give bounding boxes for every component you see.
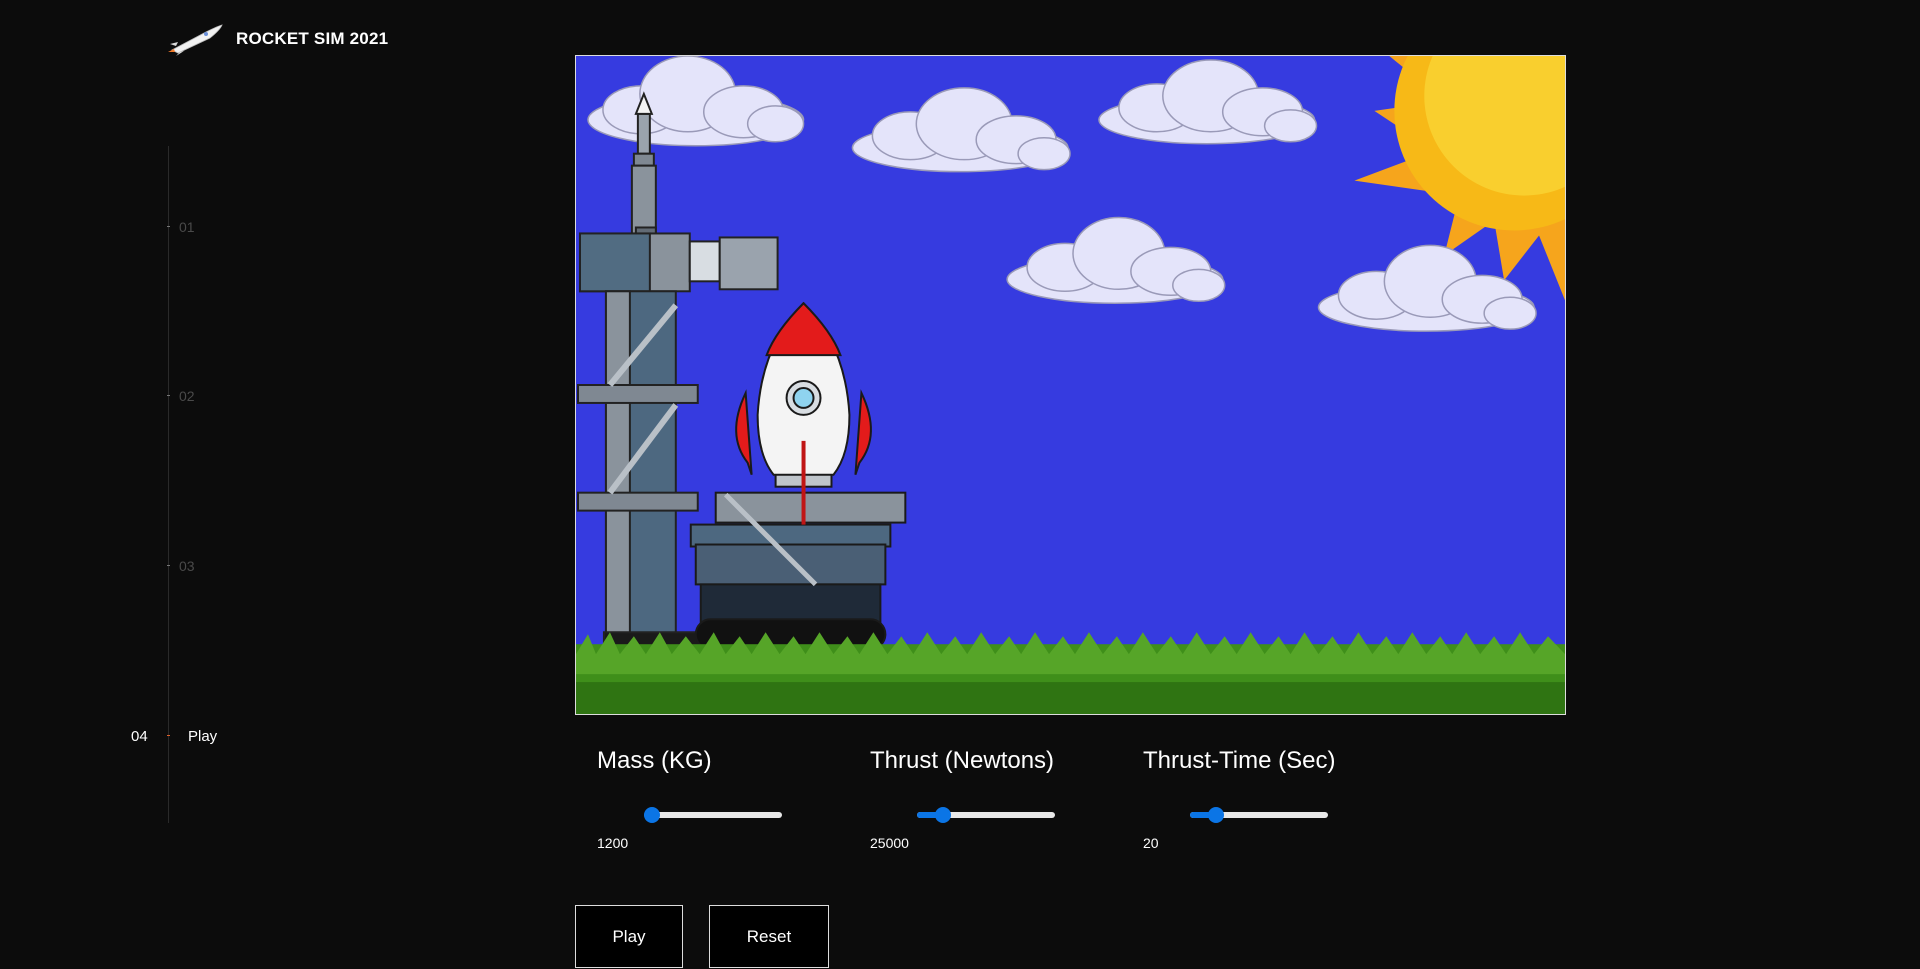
thrust-time-slider[interactable] bbox=[1190, 807, 1328, 823]
mass-control: Mass (KG) 1200 bbox=[597, 747, 857, 851]
play-button[interactable]: Play bbox=[575, 905, 683, 968]
nav-marker-active bbox=[167, 735, 170, 736]
nav-item-label: Play bbox=[188, 728, 218, 745]
thrust-label: Thrust (Newtons) bbox=[870, 747, 1055, 774]
slider-thumb[interactable] bbox=[1208, 807, 1225, 823]
grass bbox=[576, 632, 1565, 714]
nav-item-01[interactable]: 01 bbox=[0, 217, 260, 237]
nav-item-03[interactable]: 03 bbox=[0, 556, 260, 576]
nav-item-number: 01 bbox=[179, 219, 195, 235]
nav-marker bbox=[167, 226, 170, 227]
mass-label: Mass (KG) bbox=[597, 747, 712, 774]
nav-track bbox=[168, 146, 169, 823]
thrust-time-label: Thrust-Time (Sec) bbox=[1143, 747, 1336, 774]
nav-marker bbox=[167, 395, 170, 396]
nav-item-number: 04 bbox=[131, 728, 148, 745]
launch-platform bbox=[689, 491, 907, 651]
simulation-canvas bbox=[575, 55, 1566, 715]
thrust-time-value: 20 bbox=[1143, 835, 1159, 851]
thrust-time-control: Thrust-Time (Sec) 20 bbox=[1143, 747, 1403, 851]
slider-track bbox=[644, 812, 782, 818]
mass-slider[interactable] bbox=[644, 807, 782, 823]
thrust-value: 25000 bbox=[870, 835, 909, 851]
app-title: ROCKET SIM 2021 bbox=[236, 29, 389, 48]
reset-button[interactable]: Reset bbox=[709, 905, 829, 968]
thrust-slider[interactable] bbox=[917, 807, 1055, 823]
brand[interactable]: ROCKET SIM 2021 bbox=[166, 22, 388, 56]
rocket-icon bbox=[168, 24, 223, 56]
nav-item-number: 03 bbox=[179, 558, 195, 574]
slider-thumb[interactable] bbox=[644, 807, 660, 823]
scene-illustration bbox=[576, 56, 1565, 714]
nav-item-02[interactable]: 02 bbox=[0, 386, 260, 406]
slider-thumb[interactable] bbox=[935, 807, 952, 823]
thrust-control: Thrust (Newtons) 25000 bbox=[870, 747, 1130, 851]
nav-item-play[interactable]: 04 Play bbox=[0, 726, 260, 746]
nav-item-number: 02 bbox=[179, 388, 195, 404]
nav-marker bbox=[167, 565, 170, 566]
mass-value: 1200 bbox=[597, 835, 629, 851]
